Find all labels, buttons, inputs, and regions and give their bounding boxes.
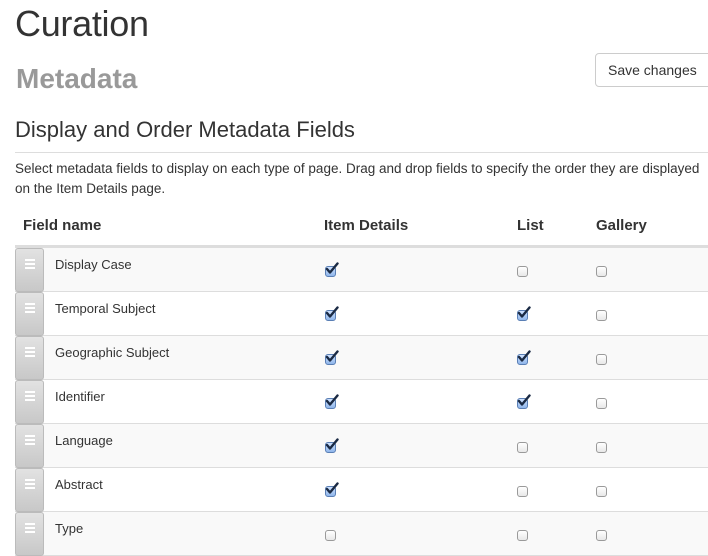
checkmark-icon xyxy=(517,306,531,318)
item-details-checkbox[interactable] xyxy=(325,306,339,321)
list-checkbox[interactable] xyxy=(517,442,528,453)
column-header-list: List xyxy=(517,217,544,234)
save-changes-button[interactable]: Save changes xyxy=(595,53,708,87)
checkmark-icon xyxy=(325,482,339,494)
table-row: Abstract xyxy=(15,468,708,512)
drag-handle[interactable] xyxy=(15,380,44,424)
table-row: Identifier xyxy=(15,380,708,424)
item-details-checkbox[interactable] xyxy=(325,530,336,541)
drag-handle[interactable] xyxy=(15,468,44,512)
field-name: Type xyxy=(55,521,84,536)
section-heading: Display and Order Metadata Fields xyxy=(15,117,355,142)
column-header-item-details: Item Details xyxy=(324,217,409,234)
page-subtitle: Metadata xyxy=(16,63,138,94)
checkmark-icon xyxy=(325,350,339,362)
checkmark-icon xyxy=(325,306,339,318)
gallery-checkbox[interactable] xyxy=(596,354,607,365)
drag-handle[interactable] xyxy=(15,512,44,556)
item-details-checkbox[interactable] xyxy=(325,482,339,497)
list-checkbox[interactable] xyxy=(517,486,528,497)
item-details-checkbox[interactable] xyxy=(325,438,339,453)
item-details-checkbox[interactable] xyxy=(325,350,339,365)
gallery-checkbox[interactable] xyxy=(596,310,607,321)
section-description: Select metadata fields to display on eac… xyxy=(15,161,700,196)
list-checkbox[interactable] xyxy=(517,530,528,541)
drag-handle[interactable] xyxy=(15,336,44,380)
drag-handle-icon xyxy=(25,259,35,269)
table-row: Language xyxy=(15,424,708,468)
table-row: Geographic Subject xyxy=(15,336,708,380)
field-name: Abstract xyxy=(55,477,103,492)
drag-handle-icon xyxy=(25,303,35,313)
drag-handle[interactable] xyxy=(15,248,44,292)
field-name: Identifier xyxy=(55,389,105,404)
section-divider xyxy=(15,152,708,153)
list-checkbox[interactable] xyxy=(517,350,531,365)
checkmark-icon xyxy=(517,394,531,406)
table-row: Type xyxy=(15,512,708,556)
drag-handle[interactable] xyxy=(15,424,44,468)
page-title: Curation xyxy=(15,3,149,44)
drag-handle-icon xyxy=(25,347,35,357)
column-header-gallery: Gallery xyxy=(596,217,647,234)
table-row: Temporal Subject xyxy=(15,292,708,336)
checkmark-icon xyxy=(325,262,339,274)
drag-handle-icon xyxy=(25,479,35,489)
gallery-checkbox[interactable] xyxy=(596,486,607,497)
drag-handle-icon xyxy=(25,523,35,533)
metadata-fields-table: Display Case Temporal Subject Geographic S… xyxy=(15,248,708,556)
table-row: Display Case xyxy=(15,248,708,292)
field-name: Temporal Subject xyxy=(55,301,156,316)
field-name: Geographic Subject xyxy=(55,345,170,360)
field-name: Language xyxy=(55,433,113,448)
drag-handle-icon xyxy=(25,435,35,445)
gallery-checkbox[interactable] xyxy=(596,442,607,453)
item-details-checkbox[interactable] xyxy=(325,262,339,277)
item-details-checkbox[interactable] xyxy=(325,394,339,409)
list-checkbox[interactable] xyxy=(517,306,531,321)
drag-handle-icon xyxy=(25,391,35,401)
checkmark-icon xyxy=(325,394,339,406)
field-name: Display Case xyxy=(55,257,132,272)
list-checkbox[interactable] xyxy=(517,266,528,277)
checkmark-icon xyxy=(325,438,339,450)
drag-handle[interactable] xyxy=(15,292,44,336)
gallery-checkbox[interactable] xyxy=(596,266,607,277)
table-header: Field name Item Details List Gallery xyxy=(15,217,708,245)
gallery-checkbox[interactable] xyxy=(596,398,607,409)
column-header-field-name: Field name xyxy=(23,217,102,234)
checkmark-icon xyxy=(517,350,531,362)
list-checkbox[interactable] xyxy=(517,394,531,409)
gallery-checkbox[interactable] xyxy=(596,530,607,541)
